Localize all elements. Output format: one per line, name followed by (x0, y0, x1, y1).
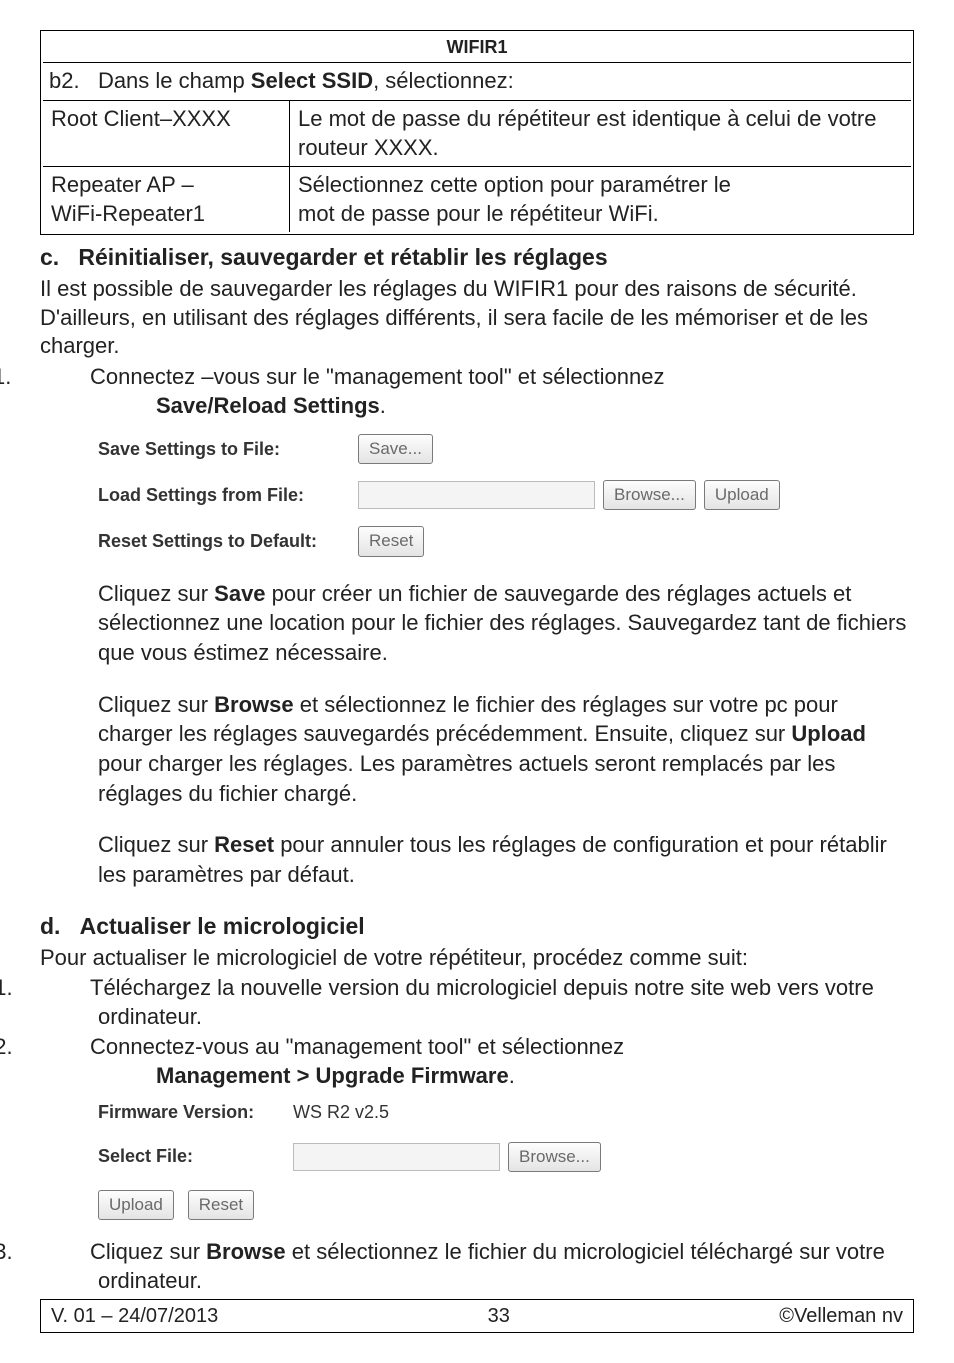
bold: Save (214, 581, 265, 606)
d3-pre: Cliquez sur (90, 1239, 206, 1264)
upload-button[interactable]: Upload (704, 480, 780, 510)
firmware-version-row: Firmware Version: WS R2 v2.5 (98, 1101, 914, 1124)
heading-prefix: c. (40, 244, 59, 270)
b2-bold: Select SSID (251, 68, 373, 93)
cell-root-client-desc: Le mot de passe du répétiteur est identi… (290, 101, 912, 167)
d2-bold: Management > Upgrade Firmware (156, 1063, 509, 1088)
table-row: Root Client–XXXX Le mot de passe du répé… (43, 101, 911, 167)
table-header: WIFIR1 (43, 33, 911, 63)
select-file-label: Select File: (98, 1145, 293, 1168)
top-table-frame: WIFIR1 b2. Dans le champ Select SSID, sé… (40, 30, 914, 235)
firmware-browse-button[interactable]: Browse... (508, 1142, 601, 1172)
d2-item: d2.Connectez-vous au "management tool" e… (40, 1033, 914, 1090)
c-body-p3: Cliquez sur Reset pour annuler tous les … (98, 830, 914, 889)
footer-center: 33 (488, 1303, 510, 1329)
c1-bold: Save/Reload Settings (156, 393, 380, 418)
select-file-input[interactable] (293, 1143, 500, 1171)
d3-bold: Browse (206, 1239, 285, 1264)
load-settings-label: Load Settings from File: (98, 484, 358, 507)
d2-after: . (509, 1063, 515, 1088)
bold: Reset (214, 832, 274, 857)
cell-repeater-ap-desc: Sélectionnez cette option pour paramétre… (290, 167, 912, 233)
firmware-version-value: WS R2 v2.5 (293, 1101, 389, 1124)
load-file-input[interactable] (358, 481, 595, 509)
settings-row-save: Save Settings to File: Save... (98, 434, 914, 464)
settings-row-load: Load Settings from File: Browse... Uploa… (98, 480, 914, 510)
cell-text: WiFi-Repeater1 (51, 201, 205, 226)
c1-item: c1.Connectez –vous sur le "management to… (40, 363, 914, 420)
bold: Upload (791, 721, 866, 746)
firmware-panel: Firmware Version: WS R2 v2.5 Select File… (98, 1101, 914, 1172)
footer-left: V. 01 – 24/07/2013 (51, 1303, 218, 1329)
page-footer: V. 01 – 24/07/2013 33 ©Velleman nv (40, 1299, 914, 1333)
d2-text: Connectez-vous au "management tool" et s… (90, 1034, 624, 1059)
c-body-p2: Cliquez sur Browse et sélectionnez le fi… (98, 690, 914, 809)
cell-text: mot de passe pour le répétiteur WiFi. (298, 201, 659, 226)
section-c-heading: c. Réinitialiser, sauvegarder et rétabli… (40, 243, 914, 273)
section-d-heading: d. Actualiser le micrologiciel (40, 912, 914, 942)
firmware-select-file-row: Select File: Browse... (98, 1142, 914, 1172)
c1-text: Connectez –vous sur le "management tool"… (90, 364, 665, 389)
d3-item: d3.Cliquez sur Browse et sélectionnez le… (40, 1238, 914, 1295)
d3-prefix: d3. (40, 1238, 90, 1267)
firmware-button-row: Upload Reset (98, 1190, 914, 1220)
b2-row: b2. Dans le champ Select SSID, sélection… (43, 63, 911, 101)
d1-prefix: d1. (40, 974, 90, 1003)
c1-after: . (380, 393, 386, 418)
settings-panel: Save Settings to File: Save... Load Sett… (98, 434, 914, 556)
cell-repeater-ap: Repeater AP – WiFi-Repeater1 (43, 167, 290, 233)
txt: Cliquez sur (98, 581, 214, 606)
cell-text: Repeater AP – (51, 172, 194, 197)
txt: pour charger les réglages. Les paramètre… (98, 751, 835, 806)
d1-item: d1.Téléchargez la nouvelle version du mi… (40, 974, 914, 1031)
table-row: Repeater AP – WiFi-Repeater1 Sélectionne… (43, 167, 911, 233)
settings-row-reset: Reset Settings to Default: Reset (98, 526, 914, 556)
ssid-table: Root Client–XXXX Le mot de passe du répé… (43, 101, 911, 232)
c-body-p1: Cliquez sur Save pour créer un fichier d… (98, 579, 914, 668)
txt: Cliquez sur (98, 692, 214, 717)
reset-settings-label: Reset Settings to Default: (98, 530, 358, 553)
d2-prefix: d2. (40, 1033, 90, 1062)
browse-button[interactable]: Browse... (603, 480, 696, 510)
cell-text: Sélectionnez cette option pour paramétre… (298, 172, 731, 197)
firmware-upload-button[interactable]: Upload (98, 1190, 174, 1220)
bold: Browse (214, 692, 293, 717)
cell-root-client: Root Client–XXXX (43, 101, 290, 167)
d1-text: Téléchargez la nouvelle version du micro… (90, 975, 874, 1029)
footer-right: ©Velleman nv (779, 1303, 903, 1329)
c1-prefix: c1. (40, 363, 90, 392)
reset-button[interactable]: Reset (358, 526, 424, 556)
firmware-reset-button[interactable]: Reset (188, 1190, 254, 1220)
b2-prefix: b2. (49, 68, 80, 93)
section-d-para: Pour actualiser le micrologiciel de votr… (40, 944, 914, 973)
save-settings-label: Save Settings to File: (98, 438, 358, 461)
heading-prefix: d. (40, 913, 60, 939)
firmware-version-label: Firmware Version: (98, 1101, 293, 1124)
txt: Cliquez sur (98, 832, 214, 857)
section-c-para: Il est possible de sauvegarder les régla… (40, 275, 914, 361)
b2-text-after: , sélectionnez: (373, 68, 514, 93)
heading-text: Réinitialiser, sauvegarder et rétablir l… (78, 244, 607, 270)
save-button[interactable]: Save... (358, 434, 433, 464)
b2-text-before: Dans le champ (98, 68, 251, 93)
heading-text: Actualiser le micrologiciel (80, 913, 365, 939)
